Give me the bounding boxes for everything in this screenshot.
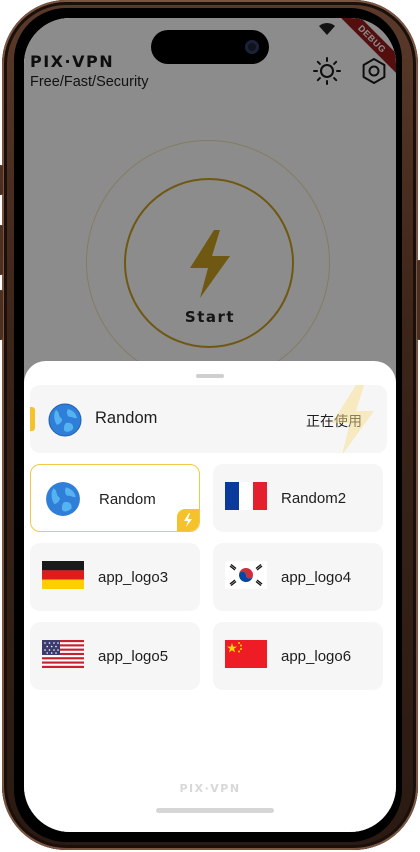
globe-icon — [46, 482, 80, 516]
volume-down-button — [0, 290, 3, 340]
server-card-random[interactable]: Random — [30, 464, 200, 532]
current-server-card: Random 正在使用 — [30, 385, 387, 453]
server-name: Random2 — [281, 490, 347, 507]
server-card-random2[interactable]: Random2 — [213, 464, 383, 532]
server-name: Random — [99, 491, 156, 508]
active-indicator — [30, 407, 35, 431]
server-picker-sheet: Random 正在使用 Random — [24, 361, 396, 832]
china-flag-icon — [225, 640, 267, 668]
home-indicator[interactable] — [156, 808, 274, 813]
server-card-app-logo5[interactable]: app_logo5 — [30, 622, 200, 690]
dynamic-island — [151, 30, 269, 64]
server-card-app-logo3[interactable]: app_logo3 — [30, 543, 200, 611]
mute-switch — [0, 165, 3, 195]
lightning-bolt-icon — [184, 513, 192, 527]
volume-up-button — [0, 225, 3, 275]
globe-icon — [48, 403, 82, 437]
footer-brand: PIX·VPN — [179, 782, 241, 795]
france-flag-icon — [225, 482, 267, 510]
server-card-app-logo6[interactable]: app_logo6 — [213, 622, 383, 690]
lightning-bolt-icon — [332, 385, 374, 453]
camera-icon — [245, 40, 259, 54]
server-card-app-logo4[interactable]: app_logo4 — [213, 543, 383, 611]
usa-flag-icon — [42, 640, 84, 668]
server-name: app_logo5 — [98, 648, 169, 665]
server-name: app_logo6 — [281, 648, 352, 665]
sheet-drag-handle[interactable] — [196, 374, 224, 378]
south-korea-flag-icon — [225, 561, 267, 589]
selected-badge — [177, 509, 199, 531]
phone-screen: PIX·VPN Free/Fast/Security Start DEBUG R… — [24, 18, 396, 832]
germany-flag-icon — [42, 561, 84, 589]
server-name: app_logo4 — [281, 569, 352, 586]
current-server-name: Random — [95, 409, 158, 427]
server-name: app_logo3 — [98, 569, 169, 586]
